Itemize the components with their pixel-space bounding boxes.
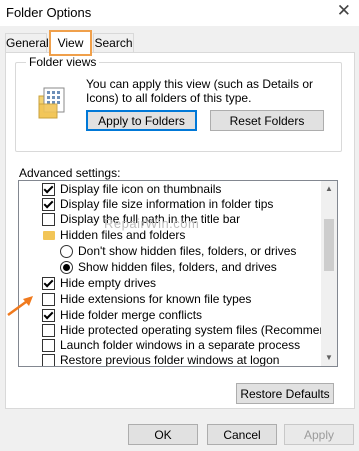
checkbox[interactable] [42,293,55,306]
list-item-label: Hide extensions for known file types [60,292,252,306]
reset-folders-button[interactable]: Reset Folders [210,110,324,131]
checkbox[interactable] [42,339,55,352]
tab-general[interactable]: General [5,33,49,53]
apply-button[interactable]: Apply [284,424,354,445]
title-bar: Folder Options ✕ [0,0,359,26]
folder-views-icon [38,87,65,119]
annotation-arrow-icon [7,296,33,317]
window-title: Folder Options [6,5,92,20]
list-item-label: Launch folder windows in a separate proc… [60,338,301,352]
checkbox[interactable] [42,183,55,196]
list-item-label: Hide protected operating system files (R… [60,323,338,337]
list-item-label: Hide empty drives [60,276,157,290]
list-item-label: Restore previous folder windows at logon [60,353,280,367]
advanced-settings-label: Advanced settings: [19,166,121,180]
radio-button[interactable] [60,245,73,258]
tab-view[interactable]: View [49,30,92,56]
close-icon[interactable]: ✕ [337,1,351,21]
checkbox[interactable] [42,309,55,322]
list-item-label: Display file size information in folder … [60,197,274,211]
folder-views-legend: Folder views [26,55,100,69]
scroll-up-icon[interactable]: ▲ [321,181,337,197]
checkbox[interactable] [42,198,55,211]
list-item-label: Don't show hidden files, folders, or dri… [78,244,297,258]
folder-views-description: You can apply this view (such as Details… [86,77,314,105]
checkbox[interactable] [42,213,55,226]
list-item-label: Display file icon on thumbnails [60,182,222,196]
tab-search[interactable]: Search [93,33,134,53]
folder-icon [43,231,55,240]
advanced-settings-list[interactable]: Display file icon on thumbnails Display … [18,180,338,367]
scrollbar-thumb[interactable] [324,219,334,271]
checkbox[interactable] [42,354,55,366]
list-item-label: Show hidden files, folders, and drives [78,260,277,274]
scroll-down-icon[interactable]: ▼ [321,350,337,366]
ok-button[interactable]: OK [128,424,198,445]
checkbox[interactable] [42,324,55,337]
radio-button[interactable] [60,261,73,274]
list-item-label: Hide folder merge conflicts [60,308,203,322]
restore-defaults-button[interactable]: Restore Defaults [236,383,334,404]
apply-to-folders-button[interactable]: Apply to Folders [86,110,197,131]
watermark: RepairWin.com [104,216,200,231]
vertical-scrollbar[interactable]: ▲ ▼ [321,181,337,366]
cancel-button[interactable]: Cancel [207,424,277,445]
checkbox[interactable] [42,277,55,290]
